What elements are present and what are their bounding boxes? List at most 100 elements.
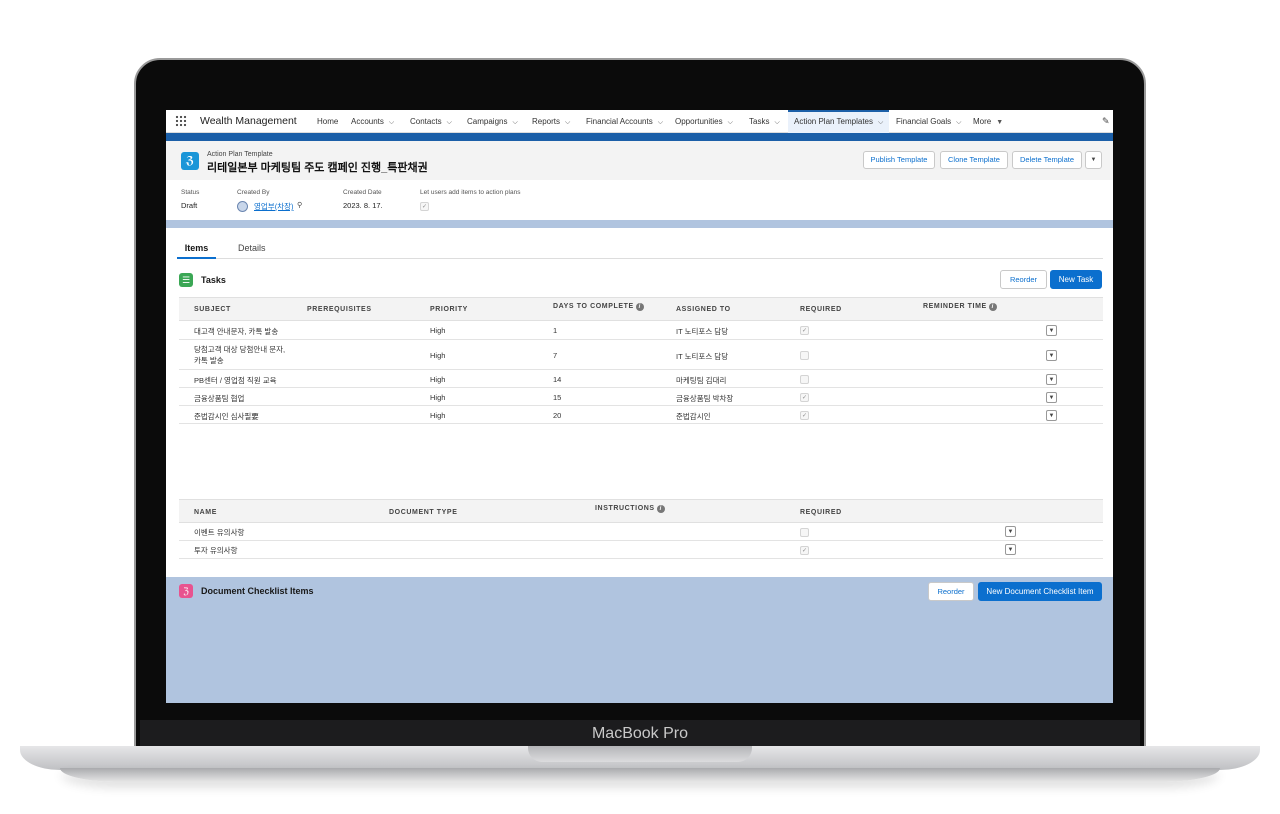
nav-financial-accounts[interactable]: Financial Accounts ⌵ xyxy=(586,110,663,133)
created-by-label: Created By xyxy=(237,189,270,196)
nav-label: Reports xyxy=(532,117,561,126)
chevron-down-icon[interactable]: ⌵ xyxy=(512,119,517,126)
col-label: INSTRUCTIONS xyxy=(595,505,655,512)
clone-template-button[interactable]: Clone Template xyxy=(940,151,1008,169)
task-assigned-to: IT 노티포스 담당 xyxy=(676,327,729,336)
laptop-base-edge xyxy=(60,768,1220,782)
publish-template-button[interactable]: Publish Template xyxy=(863,151,935,169)
more-actions-dropdown[interactable]: ▼ xyxy=(1085,151,1102,169)
task-priority: High xyxy=(430,326,446,335)
docs-table-header: NAME DOCUMENT TYPE INSTRUCTIONS i REQUIRE… xyxy=(179,499,1103,523)
col-days-to-complete[interactable]: DAYS TO COMPLETE i xyxy=(553,303,644,311)
edit-nav-pencil-icon[interactable]: ✎ xyxy=(1102,116,1110,127)
nav-tasks[interactable]: Tasks ⌵ xyxy=(749,110,780,133)
task-assigned-to: 준법감시인 xyxy=(676,411,711,421)
col-prerequisites[interactable]: PREREQUISITES xyxy=(307,306,372,313)
row-actions-dropdown[interactable]: ▼ xyxy=(1046,325,1057,336)
laptop-brand: MacBook Pro xyxy=(591,725,689,742)
created-date-label: Created Date xyxy=(343,189,382,196)
chevron-down-icon[interactable]: ⌵ xyxy=(389,119,394,126)
task-required-checkbox: ✓ xyxy=(800,326,809,335)
new-task-button[interactable]: New Task xyxy=(1050,270,1102,289)
nav-opportunities[interactable]: Opportunities ⌵ xyxy=(675,110,733,133)
tabs-divider xyxy=(177,258,1103,259)
nav-label: Financial Goals xyxy=(896,117,952,126)
header-band xyxy=(166,133,1113,141)
subject-line: 카톡 발송 xyxy=(194,356,224,365)
chevron-down-icon[interactable]: ⌵ xyxy=(565,119,570,126)
col-required[interactable]: REQUIRED xyxy=(800,509,842,516)
created-date-value: 2023. 8. 17. xyxy=(343,201,383,210)
record-header: ℨ Action Plan Template 리테일본부 마케팅팀 주도 캠페인… xyxy=(166,141,1113,180)
task-assigned-to: IT 노티포스 담당 xyxy=(676,351,729,361)
task-subject: 금융상품팀 협업 xyxy=(194,393,245,403)
tasks-table-header: SUBJECT PREREQUISITES PRIORITY DAYS TO C… xyxy=(179,297,1103,321)
app-launcher-icon[interactable] xyxy=(175,115,187,127)
nav-financial-goals[interactable]: Financial Goals ⌵ xyxy=(896,110,961,133)
info-icon[interactable]: i xyxy=(656,505,665,513)
col-reminder-time[interactable]: REMINDER TIME i xyxy=(923,303,997,311)
laptop-notch xyxy=(528,746,752,762)
row-actions-dropdown[interactable]: ▼ xyxy=(1005,526,1016,537)
let-users-checkbox: ✓ xyxy=(420,202,429,211)
nav-label: Opportunities xyxy=(675,117,723,126)
row-actions-dropdown[interactable]: ▼ xyxy=(1046,391,1057,403)
chevron-down-icon[interactable]: ⌵ xyxy=(447,119,452,126)
status-label: Status xyxy=(181,189,200,196)
nav-more[interactable]: More ▼ xyxy=(973,110,1003,133)
task-assigned-to: 금융상품팀 박차장 xyxy=(676,393,734,403)
page-title: 리테일본부 마케팅팀 주도 캠페인 진행_특판채권 xyxy=(207,162,428,174)
nav-contacts[interactable]: Contacts ⌵ xyxy=(410,110,452,133)
col-priority[interactable]: PRIORITY xyxy=(430,306,468,313)
row-actions-dropdown[interactable]: ▼ xyxy=(1046,409,1057,421)
col-subject[interactable]: SUBJECT xyxy=(194,306,231,313)
col-assigned-to[interactable]: ASSIGNED TO xyxy=(676,306,731,313)
task-row: 당첨고객 대상 당첨안내 문자, 카톡 발송 High 7 IT 노티포스 담당 ▼ xyxy=(179,340,1103,370)
nav-reports[interactable]: Reports ⌵ xyxy=(532,110,570,133)
nav-accounts[interactable]: Accounts ⌵ xyxy=(351,110,394,133)
task-subject: 당첨고객 대상 당첨안내 문자, 카톡 발송 xyxy=(194,344,285,366)
task-required-checkbox: ✓ xyxy=(800,410,809,420)
row-actions-dropdown[interactable]: ▼ xyxy=(1005,544,1016,555)
nav-action-plan-templates[interactable]: Action Plan Templates ⌵ xyxy=(788,110,890,133)
document-name: 투자 유의사항 xyxy=(194,546,238,555)
task-assigned-to: 마케팅팀 김대리 xyxy=(676,375,727,385)
tab-details[interactable]: Details xyxy=(238,243,266,253)
col-name[interactable]: NAME xyxy=(194,509,217,516)
row-actions-dropdown[interactable]: ▼ xyxy=(1046,373,1057,385)
task-row: 준법감시인 심사필要 High 20 준법감시인 ✓ ▼ xyxy=(179,406,1103,424)
docs-title: Document Checklist Items xyxy=(201,586,314,596)
nav-home[interactable]: Home xyxy=(317,110,338,133)
col-required[interactable]: REQUIRED xyxy=(800,306,842,313)
chevron-down-icon[interactable]: ⌵ xyxy=(658,119,663,126)
docs-reorder-button[interactable]: Reorder xyxy=(928,582,974,601)
delete-template-button[interactable]: Delete Template xyxy=(1012,151,1082,169)
chevron-down-icon[interactable]: ⌵ xyxy=(956,119,961,126)
row-actions-dropdown[interactable]: ▼ xyxy=(1046,349,1057,361)
nav-label: Accounts xyxy=(351,117,384,126)
col-label: DAYS TO COMPLETE xyxy=(553,303,634,310)
col-label: REMINDER TIME xyxy=(923,303,987,310)
nav-campaigns[interactable]: Campaigns ⌵ xyxy=(467,110,518,133)
created-by-link[interactable]: 영업부(차장) xyxy=(254,201,294,212)
caret-down-icon[interactable]: ▼ xyxy=(996,119,1003,126)
info-icon[interactable]: i xyxy=(988,303,997,311)
chevron-down-icon[interactable]: ⌵ xyxy=(728,119,733,126)
col-document-type[interactable]: DOCUMENT TYPE xyxy=(389,509,457,516)
tab-items[interactable]: Items xyxy=(177,243,216,259)
new-document-checklist-item-button[interactable]: New Document Checklist Item xyxy=(978,582,1102,601)
highlights-panel: Status Draft Created By 영업부(차장) ⚲ Create… xyxy=(166,180,1113,220)
chevron-down-icon[interactable]: ⌵ xyxy=(774,119,779,126)
chevron-down-icon[interactable]: ⌵ xyxy=(878,119,883,126)
task-row: 대고객 안내문자, 카톡 발송 High 1 IT 노티포스 담당 ✓ ▼ xyxy=(179,321,1103,340)
app-name: Wealth Management xyxy=(200,115,297,127)
info-icon[interactable]: i xyxy=(635,303,644,311)
task-priority: High xyxy=(430,350,446,360)
tasks-reorder-button[interactable]: Reorder xyxy=(1000,270,1047,289)
nav-label: Contacts xyxy=(410,117,442,126)
nav-label: Action Plan Templates xyxy=(794,117,874,126)
col-instructions[interactable]: INSTRUCTIONS i xyxy=(595,505,665,513)
change-owner-icon[interactable]: ⚲ xyxy=(297,201,302,209)
document-required-checkbox xyxy=(800,528,809,537)
document-row: 투자 유의사항 ✓ ▼ xyxy=(179,541,1103,559)
